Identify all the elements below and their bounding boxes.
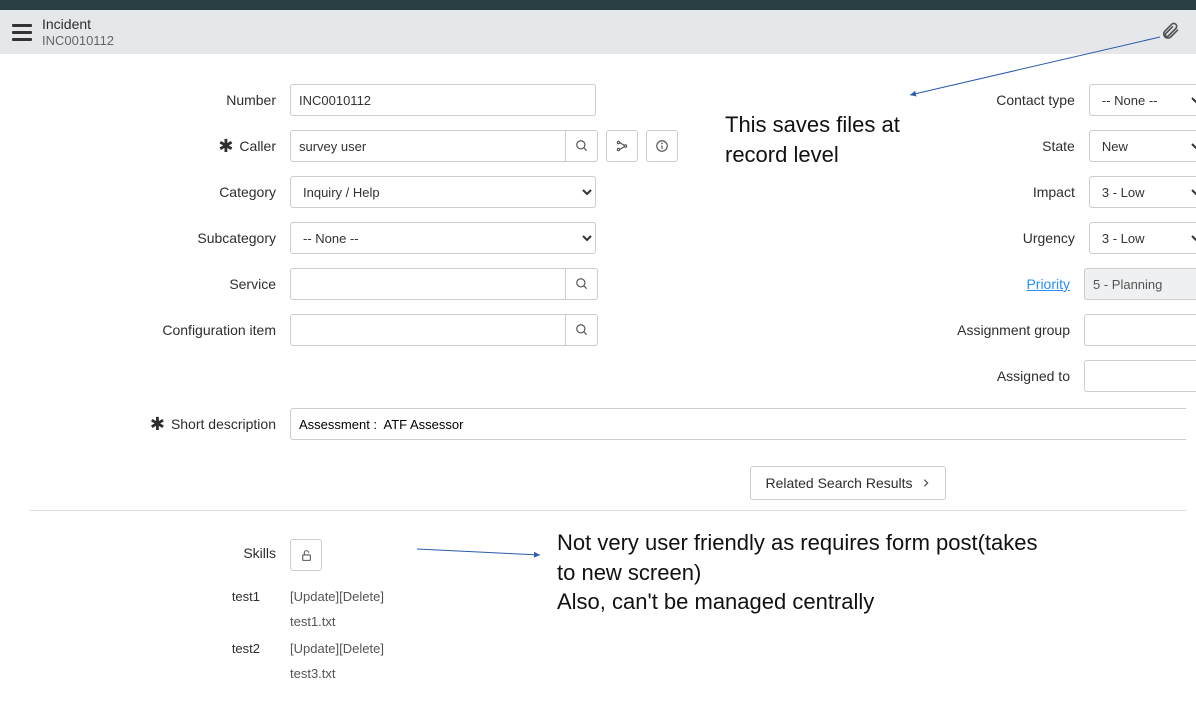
caller-lookup-button[interactable] xyxy=(566,130,598,162)
menu-icon[interactable] xyxy=(8,20,42,45)
file-label-2: test2 xyxy=(10,641,290,656)
service-lookup-button[interactable] xyxy=(566,268,598,300)
annotation-arrow-top xyxy=(900,35,1170,105)
subcategory-label: Subcategory xyxy=(10,230,290,246)
priority-input xyxy=(1084,268,1196,300)
short-description-label: Short description xyxy=(171,416,276,432)
urgency-label: Urgency xyxy=(688,230,1089,246)
annotation-bottom: Not very user friendly as requires form … xyxy=(557,528,1057,617)
impact-label: Impact xyxy=(688,184,1089,200)
related-search-button[interactable]: Related Search Results xyxy=(750,466,945,500)
annotation-top: This saves files at record level xyxy=(725,110,955,169)
impact-select[interactable]: 3 - Low xyxy=(1089,176,1196,208)
mandatory-icon: ✱ xyxy=(150,415,165,433)
file-update-link-1[interactable]: [Update] xyxy=(290,589,339,604)
subcategory-select[interactable]: -- None -- xyxy=(290,222,596,254)
assigned-to-label: Assigned to xyxy=(688,368,1084,384)
assignment-group-label: Assignment group xyxy=(688,322,1084,338)
ci-input[interactable] xyxy=(290,314,566,346)
caller-info-button[interactable] xyxy=(646,130,678,162)
caller-related-button[interactable] xyxy=(606,130,638,162)
record-number: INC0010112 xyxy=(42,33,114,49)
ci-lookup-button[interactable] xyxy=(566,314,598,346)
short-description-input[interactable] xyxy=(290,408,1186,440)
category-label: Category xyxy=(10,184,290,200)
ci-label: Configuration item xyxy=(10,322,290,338)
caller-input[interactable] xyxy=(290,130,566,162)
file-update-link-2[interactable]: [Update] xyxy=(290,641,339,656)
file-delete-link-2[interactable]: [Delete] xyxy=(339,641,384,656)
annotation-arrow-bottom xyxy=(415,545,550,565)
urgency-select[interactable]: 3 - Low xyxy=(1089,222,1196,254)
skills-label: Skills xyxy=(10,539,290,561)
file-name-1: test1.txt xyxy=(290,614,384,629)
chevron-right-icon xyxy=(921,475,931,491)
service-input[interactable] xyxy=(290,268,566,300)
record-type: Incident xyxy=(42,16,114,33)
file-delete-link-1[interactable]: [Delete] xyxy=(339,589,384,604)
category-select[interactable]: Inquiry / Help xyxy=(290,176,596,208)
number-input[interactable] xyxy=(290,84,596,116)
caller-label: Caller xyxy=(239,138,276,154)
number-label: Number xyxy=(10,92,290,108)
service-label: Service xyxy=(10,276,290,292)
mandatory-icon: ✱ xyxy=(218,137,233,155)
assigned-to-input[interactable] xyxy=(1084,360,1196,392)
state-select[interactable]: New xyxy=(1089,130,1196,162)
assignment-group-input[interactable] xyxy=(1084,314,1196,346)
priority-label[interactable]: Priority xyxy=(1026,276,1070,292)
file-label-1: test1 xyxy=(10,589,290,604)
lock-button[interactable] xyxy=(290,539,322,571)
